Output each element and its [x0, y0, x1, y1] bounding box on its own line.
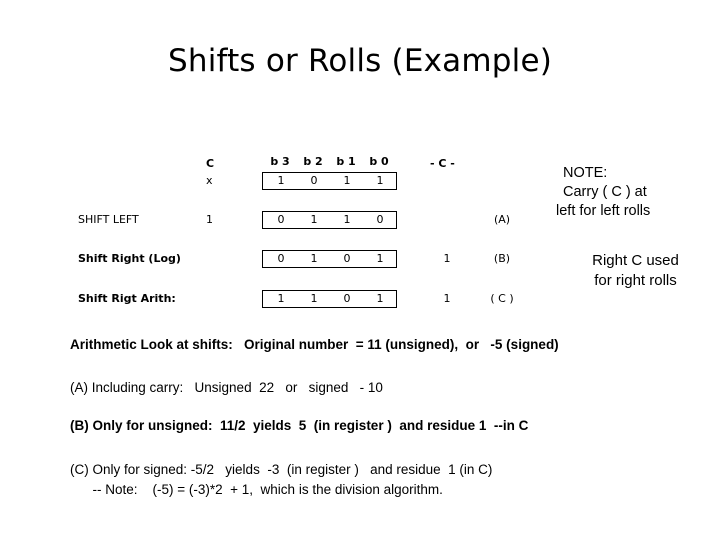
row-tag: (A): [493, 213, 511, 226]
bit-b2: 0: [310, 174, 318, 187]
bit-b1: 0: [343, 292, 351, 305]
bit-b0: 1: [376, 252, 384, 265]
bit-register: 0 1 0 1: [262, 250, 397, 268]
body-line-arithmetic-look: Arithmetic Look at shifts: Original numb…: [70, 337, 559, 352]
note-block: NOTE: Carry ( C ) at left for left rolls: [556, 164, 720, 221]
note-line-3: left for left rolls: [556, 203, 651, 219]
header-bit-b0: b 0: [369, 155, 389, 168]
bit-b3: 0: [277, 252, 285, 265]
bit-b0: 1: [376, 292, 384, 305]
header-carry-right: - C -: [430, 157, 455, 170]
row-tag: (B): [493, 252, 511, 265]
right-carry-note-line-1: Right C used: [592, 252, 679, 269]
note-line-2: Carry ( C ) at: [563, 184, 647, 200]
note-heading: NOTE:: [563, 165, 608, 181]
header-bit-b1: b 1: [336, 155, 356, 168]
bit-b0: 0: [376, 213, 384, 226]
bit-register: 0 1 1 0: [262, 211, 397, 229]
bit-b3: 0: [277, 213, 285, 226]
bit-b3: 1: [277, 292, 285, 305]
row-tag: ( C ): [490, 292, 514, 305]
body-line-a: (A) Including carry: Unsigned 22 or sign…: [70, 380, 383, 395]
bit-b2: 1: [310, 213, 318, 226]
row-label: Shift Right (Log): [78, 252, 181, 265]
row-carry-left: 1: [206, 213, 213, 226]
bit-register: 1 0 1 1: [262, 172, 397, 190]
body-line-b: (B) Only for unsigned: 11/2 yields 5 (in…: [70, 418, 529, 433]
header-carry-left: C: [206, 157, 215, 170]
row-carry-right: 1: [443, 292, 451, 305]
table-row: Shift Rigt Arith: 1 1 0 1 1 ( C ): [0, 290, 720, 310]
bit-register: 1 1 0 1: [262, 290, 397, 308]
bit-b2: 1: [310, 252, 318, 265]
row-label: SHIFT LEFT: [78, 213, 139, 226]
bit-b3: 1: [277, 174, 285, 187]
bit-b2: 1: [310, 292, 318, 305]
bit-b1: 1: [343, 213, 351, 226]
body-line-c-note: -- Note: (-5) = (-3)*2 + 1, which is the…: [70, 482, 443, 497]
slide-canvas: Shifts or Rolls (Example) C b 3 b 2 b 1 …: [0, 0, 720, 540]
bit-b0: 1: [376, 174, 384, 187]
row-label: Shift Rigt Arith:: [78, 292, 176, 305]
right-carry-note-block: Right C used for right rolls: [548, 251, 720, 291]
row-carry-left: x: [206, 174, 213, 187]
bit-b1: 1: [343, 174, 351, 187]
header-bit-b2: b 2: [303, 155, 323, 168]
row-carry-right: 1: [443, 252, 451, 265]
right-carry-note-line-2: for right rolls: [594, 272, 677, 289]
header-bit-b3: b 3: [270, 155, 290, 168]
body-line-c: (C) Only for signed: -5/2 yields -3 (in …: [70, 462, 493, 477]
bit-b1: 0: [343, 252, 351, 265]
